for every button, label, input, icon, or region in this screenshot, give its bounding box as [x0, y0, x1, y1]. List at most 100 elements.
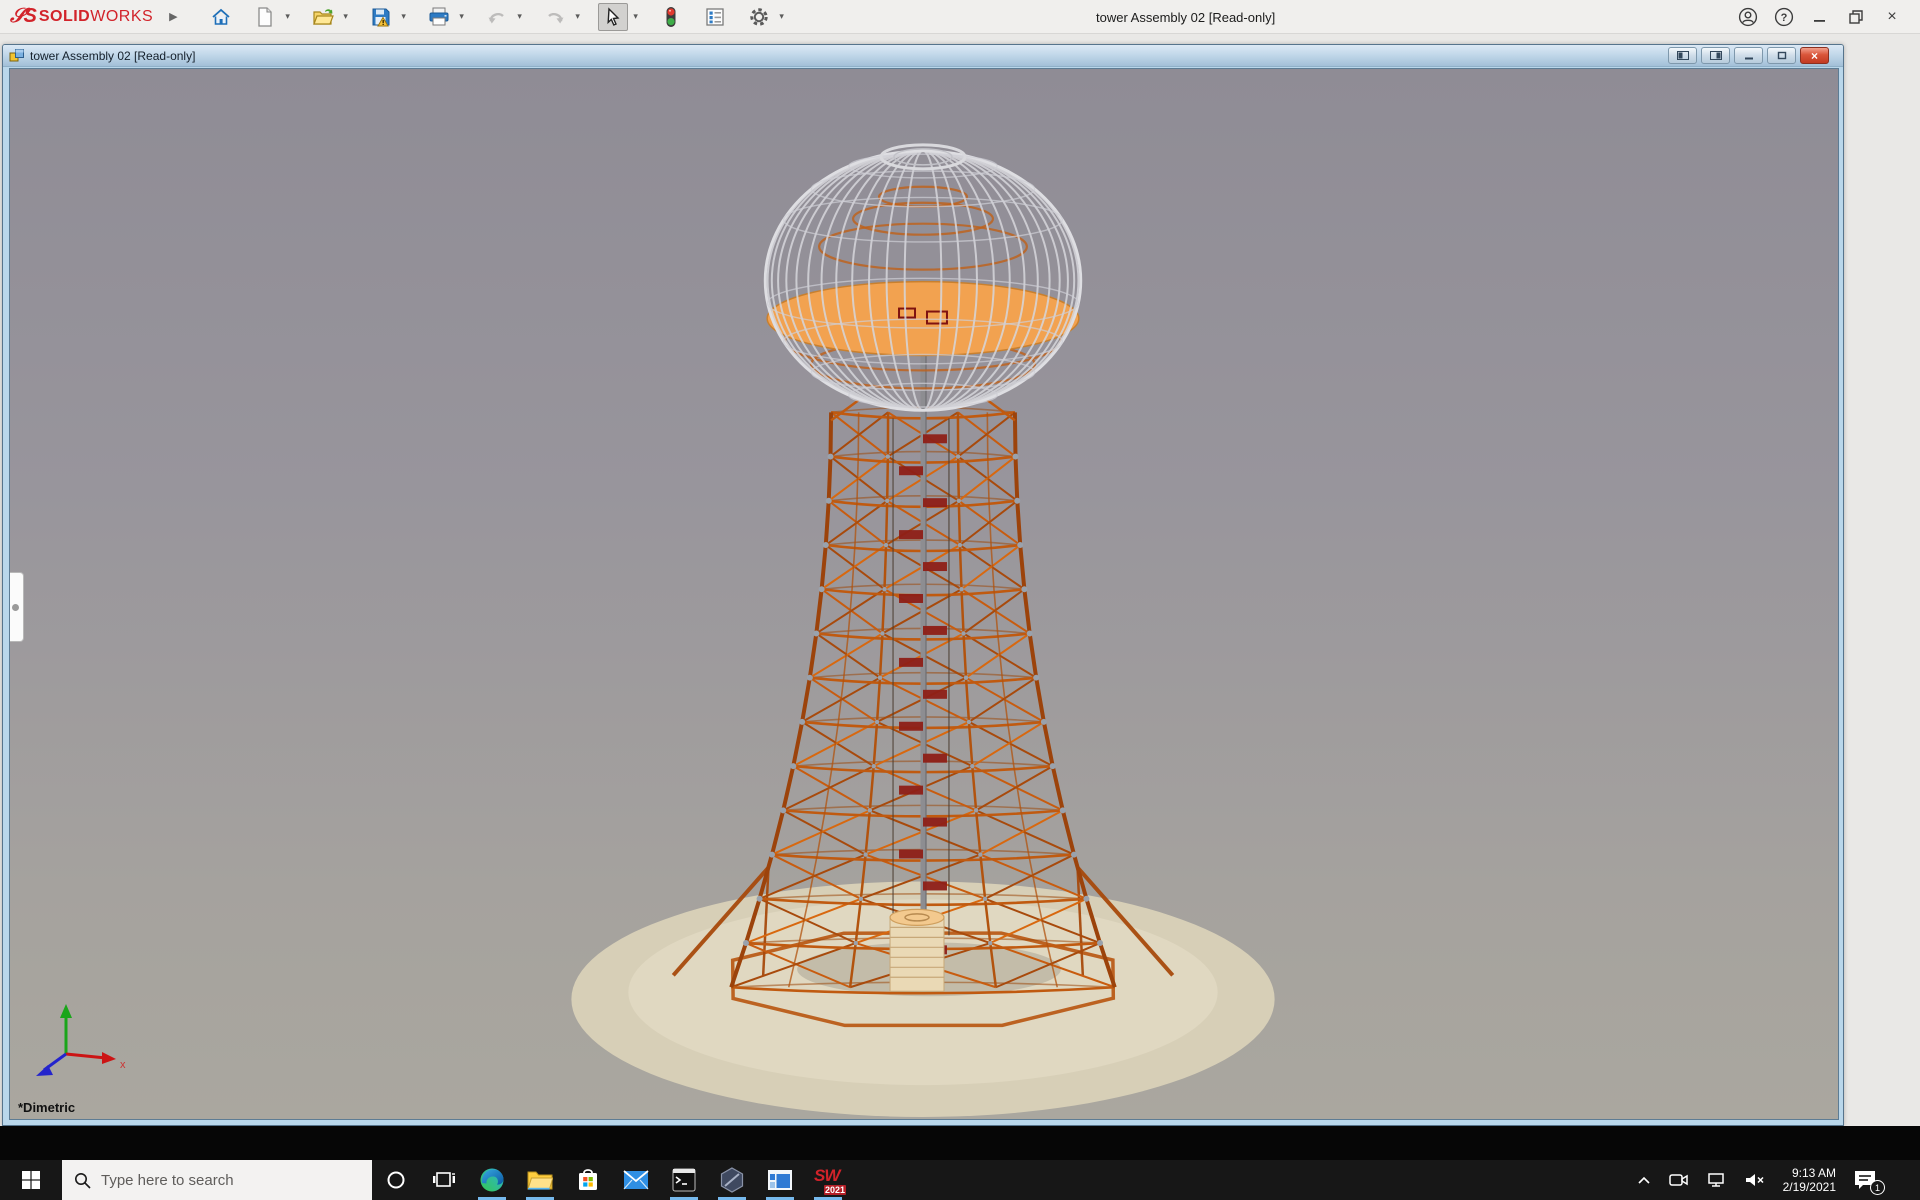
- featuremanager-collapsed-tab[interactable]: [9, 572, 24, 642]
- start-button[interactable]: [0, 1160, 62, 1200]
- doc-close-button[interactable]: ×: [1800, 47, 1829, 64]
- window-pane-left-button[interactable]: [1668, 47, 1697, 64]
- app-window-title: tower Assembly 02 [Read-only]: [1096, 0, 1275, 34]
- search-input[interactable]: [101, 1172, 341, 1189]
- solidworks-2021-icon: SW 2021: [814, 1166, 842, 1194]
- edge-icon: [479, 1167, 505, 1193]
- options-button[interactable]: [744, 3, 774, 31]
- taskbar-app-mail[interactable]: [612, 1160, 660, 1200]
- gear-icon: [749, 7, 769, 27]
- undo-icon: [486, 8, 508, 26]
- search-icon: [74, 1172, 91, 1189]
- taskbar-app-edge[interactable]: [468, 1160, 516, 1200]
- taskbar-clock[interactable]: 9:13 AM 2/19/2021: [1783, 1166, 1836, 1194]
- restore-icon: [1848, 9, 1864, 25]
- chevron-up-icon: [1637, 1175, 1651, 1185]
- close-icon: ×: [1887, 8, 1896, 26]
- taskbar-app-file-explorer[interactable]: [516, 1160, 564, 1200]
- camera-icon: [1668, 1172, 1690, 1188]
- new-document-dropdown[interactable]: ▾: [282, 3, 294, 31]
- show-hidden-icons-button[interactable]: [1637, 1175, 1651, 1185]
- new-document-icon: [256, 7, 274, 27]
- taskbar-app-hexagon[interactable]: [708, 1160, 756, 1200]
- cortana-button[interactable]: [372, 1160, 420, 1200]
- action-center-button[interactable]: 1: [1853, 1169, 1879, 1191]
- minimize-button[interactable]: [1806, 3, 1834, 31]
- task-view-button[interactable]: [420, 1160, 468, 1200]
- solidworks-logo-icon: 𝒮S SOLID WORKS: [10, 5, 153, 28]
- y-axis-arrow: [60, 1004, 72, 1018]
- menu-expand-icon[interactable]: ▶: [169, 10, 177, 23]
- clock-date: 2/19/2021: [1783, 1180, 1836, 1194]
- taskbar-app-command-prompt[interactable]: [660, 1160, 708, 1200]
- mail-icon: [623, 1170, 649, 1190]
- undo-button[interactable]: [482, 3, 512, 31]
- volume-button[interactable]: [1744, 1172, 1766, 1188]
- open-button[interactable]: [308, 3, 338, 31]
- minimize-icon: [1813, 10, 1827, 24]
- network-button[interactable]: [1707, 1172, 1727, 1188]
- doc-minimize-icon: [1744, 52, 1754, 60]
- svg-text:?: ?: [1781, 12, 1788, 24]
- doc-restore-icon: [1777, 51, 1787, 60]
- print-dropdown[interactable]: ▾: [456, 3, 468, 31]
- user-account-icon: [1738, 7, 1758, 27]
- doc-close-icon: ×: [1811, 50, 1818, 62]
- taskbar-app-store[interactable]: [564, 1160, 612, 1200]
- file-properties-icon: [705, 7, 725, 27]
- close-button[interactable]: ×: [1878, 3, 1906, 31]
- help-button[interactable]: ?: [1770, 3, 1798, 31]
- task-view-icon: [432, 1169, 456, 1191]
- notification-badge: 1: [1870, 1180, 1885, 1195]
- redo-dropdown[interactable]: ▾: [572, 3, 584, 31]
- document-titlebar[interactable]: tower Assembly 02 [Read-only]: [3, 45, 1843, 67]
- new-document-button[interactable]: [250, 3, 280, 31]
- doc-minimize-button[interactable]: [1734, 47, 1763, 64]
- open-folder-icon: [312, 7, 334, 27]
- account-button[interactable]: [1734, 3, 1762, 31]
- cortana-icon: [385, 1169, 407, 1191]
- window-pane-right-button[interactable]: [1701, 47, 1730, 64]
- speaker-muted-icon: [1744, 1172, 1766, 1188]
- clock-time: 9:13 AM: [1783, 1166, 1836, 1180]
- brand-solid: SOLID: [39, 8, 90, 26]
- save-button[interactable]: [366, 3, 396, 31]
- traffic-light-button[interactable]: [656, 3, 686, 31]
- document-window: tower Assembly 02 [Read-only]: [2, 44, 1844, 1126]
- app-status-strip: [0, 1126, 1920, 1160]
- view-orientation-label: *Dimetric: [18, 1100, 75, 1115]
- assembly-document-icon: [9, 48, 25, 63]
- redo-icon: [544, 8, 566, 26]
- file-explorer-icon: [527, 1168, 553, 1192]
- 3d-model-canvas[interactable]: [10, 69, 1838, 1119]
- file-properties-button[interactable]: [700, 3, 730, 31]
- meet-now-button[interactable]: [1668, 1172, 1690, 1188]
- taskbar: SW 2021: [0, 1160, 1920, 1200]
- taskbar-search[interactable]: [62, 1160, 372, 1200]
- home-icon: [211, 7, 231, 27]
- traffic-light-icon: [664, 6, 678, 28]
- graphics-viewport[interactable]: x *Dimetric: [9, 68, 1839, 1120]
- select-tool-button[interactable]: [598, 3, 628, 31]
- home-button[interactable]: [206, 3, 236, 31]
- open-dropdown[interactable]: ▾: [340, 3, 352, 31]
- taskbar-app-solidworks[interactable]: SW 2021: [804, 1160, 852, 1200]
- print-button[interactable]: [424, 3, 454, 31]
- redo-button[interactable]: [540, 3, 570, 31]
- x-axis-arrow: [102, 1052, 116, 1064]
- taskbar-app-blue-window[interactable]: [756, 1160, 804, 1200]
- select-tool-dropdown[interactable]: ▾: [630, 3, 642, 31]
- options-dropdown[interactable]: ▾: [776, 3, 788, 31]
- blue-window-app-icon: [767, 1169, 793, 1191]
- doc-restore-button[interactable]: [1767, 47, 1796, 64]
- save-icon: [371, 7, 391, 27]
- windows-start-icon: [22, 1171, 40, 1189]
- save-dropdown[interactable]: ▾: [398, 3, 410, 31]
- command-prompt-icon: [672, 1168, 696, 1192]
- solidworks-year-badge: 2021: [824, 1185, 846, 1195]
- maximize-restore-button[interactable]: [1842, 3, 1870, 31]
- undo-dropdown[interactable]: ▾: [514, 3, 526, 31]
- pane-right-icon: [1710, 51, 1722, 60]
- hexagon-app-icon: [719, 1167, 745, 1193]
- orientation-triad[interactable]: x: [28, 996, 128, 1081]
